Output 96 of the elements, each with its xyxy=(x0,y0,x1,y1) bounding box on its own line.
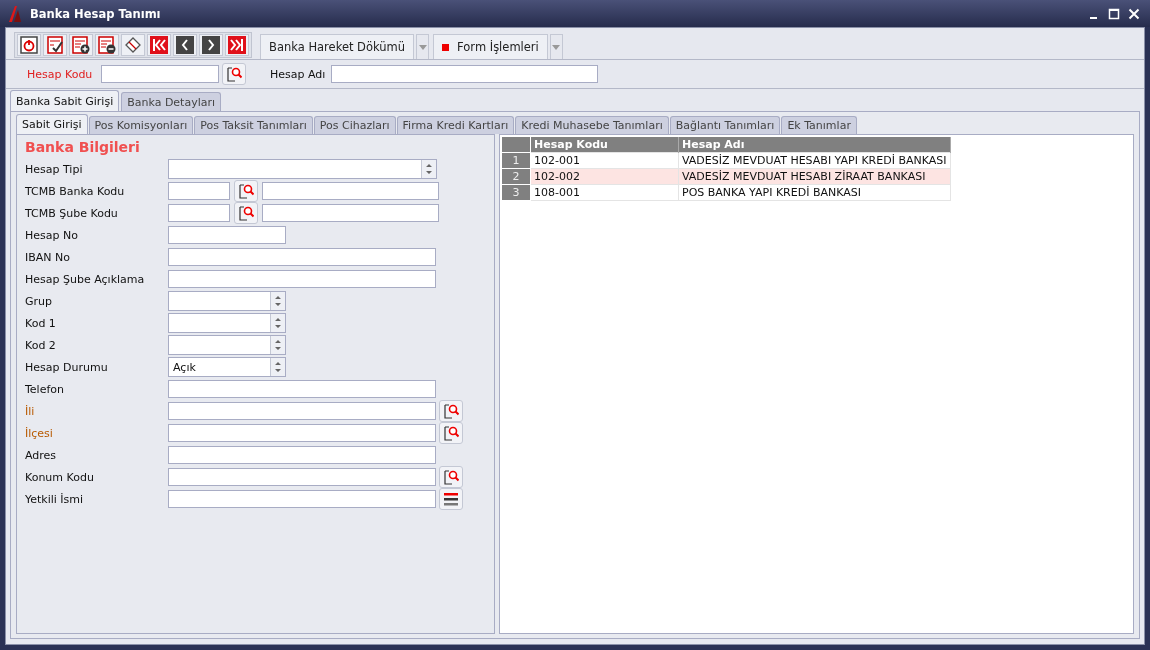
field-label: Yetkili İsmi xyxy=(25,492,85,506)
field-label: Hesap Kodu xyxy=(27,67,94,81)
dropdown-button[interactable] xyxy=(416,34,430,59)
field-label: İli xyxy=(25,404,36,418)
field-label: Grup xyxy=(25,294,53,308)
input-field[interactable] xyxy=(168,248,436,266)
field-label: Hesap Adı xyxy=(270,67,326,81)
next-button[interactable] xyxy=(199,34,223,56)
input-field[interactable] xyxy=(168,226,286,244)
field-label: TCMB Banka Kodu xyxy=(25,184,126,198)
input-field[interactable] xyxy=(262,204,439,222)
field-label: Kod 2 xyxy=(25,338,57,352)
search-icon xyxy=(443,403,459,419)
section-title: Banka Bilgileri xyxy=(25,139,141,155)
field-label: Hesap Durumu xyxy=(25,360,109,374)
table-cell: POS BANKA YAPI KREDİ BANKASI xyxy=(678,184,951,201)
dropdown-field[interactable] xyxy=(168,291,286,311)
dropdown-field[interactable] xyxy=(168,335,286,355)
spinner-icon xyxy=(270,314,285,332)
input-field[interactable] xyxy=(168,446,436,464)
field-label: Hesap No xyxy=(25,228,79,242)
search-icon xyxy=(443,425,459,441)
search-button[interactable] xyxy=(234,180,258,202)
caret-icon xyxy=(552,44,561,50)
tab[interactable]: Firma Kredi Kartları xyxy=(396,116,515,134)
tab[interactable]: Ek Tanımlar xyxy=(781,116,857,134)
dropdown-button[interactable] xyxy=(549,34,563,59)
spinner-icon xyxy=(270,292,285,310)
search-icon xyxy=(443,469,459,485)
tab[interactable]: Kredi Muhasebe Tanımları xyxy=(515,116,669,134)
last-record-button[interactable] xyxy=(225,34,249,56)
dropdown-field[interactable] xyxy=(168,159,437,179)
search-icon xyxy=(238,205,254,221)
input-field[interactable] xyxy=(168,182,230,200)
tab[interactable]: Banka Sabit Girişi xyxy=(10,90,120,111)
field-label: Hesap Tipi xyxy=(25,162,84,176)
checklist-button[interactable] xyxy=(43,34,67,56)
menu-button[interactable]: Banka Hareket Dökümü xyxy=(260,34,415,59)
table-cell: 102-001 xyxy=(530,152,679,169)
input-field[interactable] xyxy=(168,204,230,222)
input-field[interactable] xyxy=(168,270,436,288)
field-label: Konum Kodu xyxy=(25,470,95,484)
field-label: Hesap Şube Açıklama xyxy=(25,272,146,286)
search-button[interactable] xyxy=(222,63,246,85)
tab[interactable]: Sabit Girişi xyxy=(16,114,88,134)
logo-icon xyxy=(8,5,22,22)
search-button[interactable] xyxy=(439,400,463,422)
search-icon xyxy=(238,183,254,199)
table-row[interactable]: 3 108-001 POS BANKA YAPI KREDİ BANKASI xyxy=(501,184,951,201)
tab[interactable]: Banka Detayları xyxy=(121,92,222,111)
previous-button[interactable] xyxy=(173,34,197,56)
input-field[interactable] xyxy=(262,182,439,200)
field-label: Kod 1 xyxy=(25,316,57,330)
caret-icon xyxy=(418,44,427,50)
dropdown-field[interactable]: Açık xyxy=(168,357,286,377)
input-field[interactable] xyxy=(101,65,219,83)
list-icon xyxy=(444,492,458,506)
field-label: İlçesi xyxy=(25,426,54,440)
eraser-button[interactable] xyxy=(121,34,145,56)
column-header[interactable]: Hesap Adı xyxy=(678,136,951,153)
input-field[interactable] xyxy=(168,402,436,420)
input-field[interactable] xyxy=(168,380,436,398)
tab[interactable]: Pos Komisyonları xyxy=(88,116,194,134)
input-field[interactable] xyxy=(168,468,436,486)
field-label: TCMB Şube Kodu xyxy=(25,206,119,220)
search-icon xyxy=(226,66,242,82)
tab[interactable]: Pos Cihazları xyxy=(313,116,396,134)
tab[interactable]: Pos Taksit Tanımları xyxy=(194,116,313,134)
field-label: IBAN No xyxy=(25,250,71,264)
table-cell: 108-001 xyxy=(530,184,679,201)
close-icon[interactable] xyxy=(1128,7,1140,20)
table-cell: VADESİZ MEVDUAT HESABI YAPI KREDİ BANKASI xyxy=(678,152,951,169)
dropdown-field[interactable] xyxy=(168,313,286,333)
search-button[interactable] xyxy=(439,466,463,488)
column-header[interactable]: Hesap Kodu xyxy=(530,136,679,153)
tab[interactable]: Bağlantı Tanımları xyxy=(669,116,781,134)
first-record-button[interactable] xyxy=(147,34,171,56)
input-field[interactable] xyxy=(168,490,436,508)
input-field[interactable] xyxy=(331,65,599,83)
table-row[interactable]: 1 102-001 VADESİZ MEVDUAT HESABI YAPI KREDİ BANKASI xyxy=(501,152,951,169)
search-button[interactable] xyxy=(439,422,463,444)
search-button[interactable] xyxy=(234,202,258,224)
add-record-button[interactable] xyxy=(69,34,93,56)
table-row[interactable]: 2 102-002 VADESİZ MEVDUAT HESABI ZİRAAT BANKASI xyxy=(501,168,951,185)
maximize-icon[interactable] xyxy=(1108,7,1120,20)
list-button[interactable] xyxy=(439,488,463,510)
field-label: Adres xyxy=(25,448,58,462)
spinner-icon xyxy=(270,336,285,354)
menu-button[interactable]: Form İşlemleri xyxy=(433,34,548,59)
spinner-icon xyxy=(270,358,285,376)
field-label: Telefon xyxy=(25,382,65,396)
spinner-icon xyxy=(421,160,436,178)
window-title: Banka Hesap Tanımı xyxy=(30,6,161,21)
input-field[interactable] xyxy=(168,424,436,442)
power-button[interactable] xyxy=(17,34,41,56)
remove-record-button[interactable] xyxy=(95,34,119,56)
